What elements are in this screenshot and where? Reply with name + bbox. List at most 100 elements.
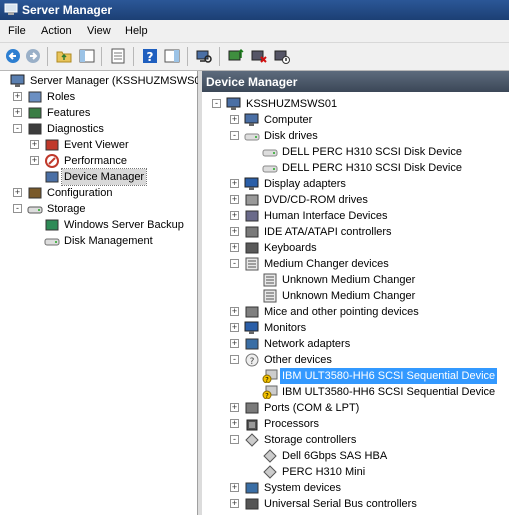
device-item-label: Computer (264, 114, 313, 126)
computer-icon (244, 113, 259, 126)
collapse-toggle[interactable]: - (13, 204, 22, 213)
menu-action[interactable]: Action (41, 25, 72, 37)
expand-toggle[interactable]: + (30, 140, 39, 149)
event-viewer-icon (45, 139, 59, 151)
device-item-row[interactable]: + System devices (202, 480, 509, 496)
device-item-row[interactable]: PERC H310 Mini (202, 464, 509, 480)
disk-icon (244, 133, 260, 141)
device-item-row[interactable]: + IDE ATA/ATAPI controllers (202, 224, 509, 240)
device-item-row[interactable]: DELL PERC H310 SCSI Disk Device (202, 144, 509, 160)
expand-toggle[interactable]: + (13, 188, 22, 197)
usb-icon (245, 498, 259, 510)
forward-icon[interactable] (25, 48, 41, 64)
menu-help[interactable]: Help (125, 25, 148, 37)
expand-toggle[interactable]: + (230, 499, 239, 508)
keyboard-icon (245, 242, 259, 254)
warning-device-icon: ? (262, 385, 278, 399)
device-item-label: IBM ULT3580-HH6 SCSI Sequential Device (280, 368, 498, 384)
expand-toggle[interactable]: + (230, 419, 239, 428)
update-driver-icon[interactable] (228, 48, 244, 64)
expand-toggle[interactable]: + (13, 92, 22, 101)
nav-item-row[interactable]: Windows Server Backup (0, 217, 197, 233)
action-pane-icon[interactable] (164, 48, 180, 64)
nav-item-row[interactable]: Server Manager (KSSHUZMSWS01) (0, 73, 210, 89)
disable-icon[interactable] (274, 48, 290, 64)
device-item-row[interactable]: + Mice and other pointing devices (202, 304, 509, 320)
nav-item-row[interactable]: Device Manager (0, 168, 197, 186)
nav-item-row[interactable]: - Diagnostics (0, 121, 197, 137)
device-item-label: Display adapters (264, 178, 346, 190)
device-item-label: IDE ATA/ATAPI controllers (264, 226, 392, 238)
device-item-row[interactable]: ? IBM ULT3580-HH6 SCSI Sequential Device (202, 384, 509, 400)
nav-item-row[interactable]: + Configuration (0, 185, 197, 201)
expand-toggle[interactable]: + (13, 108, 22, 117)
expand-toggle[interactable]: + (230, 403, 239, 412)
expand-toggle[interactable]: + (230, 195, 239, 204)
device-item-row[interactable]: + DVD/CD-ROM drives (202, 192, 509, 208)
up-folder-icon[interactable] (56, 48, 72, 64)
expand-toggle[interactable]: + (230, 323, 239, 332)
expand-toggle[interactable]: + (230, 211, 239, 220)
device-item-row[interactable]: - KSSHUZMSWS01 (202, 96, 509, 112)
device-item-row[interactable]: Unknown Medium Changer (202, 288, 509, 304)
back-icon[interactable] (5, 48, 21, 64)
warning-device-icon: ? (262, 369, 278, 383)
nav-item-row[interactable]: - Storage (0, 201, 197, 217)
menu-view[interactable]: View (87, 25, 111, 37)
expand-toggle[interactable]: + (230, 179, 239, 188)
expand-toggle[interactable]: + (30, 156, 39, 165)
nav-item-row[interactable]: + Roles (0, 89, 197, 105)
device-item-row[interactable]: ? IBM ULT3580-HH6 SCSI Sequential Device (202, 368, 509, 384)
storage-controller-icon (263, 465, 277, 479)
changer-icon (263, 273, 277, 287)
expand-toggle[interactable]: + (230, 483, 239, 492)
device-item-row[interactable]: - Disk drives (202, 128, 509, 144)
device-item-label: Mice and other pointing devices (264, 306, 419, 318)
expand-toggle[interactable]: + (230, 339, 239, 348)
device-item-row[interactable]: + Processors (202, 416, 509, 432)
collapse-toggle[interactable]: - (230, 435, 239, 444)
device-item-row[interactable]: + Keyboards (202, 240, 509, 256)
nav-item-row[interactable]: + Performance (0, 153, 197, 169)
hid-icon (245, 210, 259, 222)
show-hide-tree-icon[interactable] (79, 48, 95, 64)
device-item-row[interactable]: Dell 6Gbps SAS HBA (202, 448, 509, 464)
server-icon (10, 74, 25, 87)
device-item-row[interactable]: + Monitors (202, 320, 509, 336)
device-item-row[interactable]: + Computer (202, 112, 509, 128)
nav-item-row[interactable]: + Event Viewer (0, 137, 197, 153)
nav-item-row[interactable]: + Features (0, 105, 197, 121)
device-item-row[interactable]: - Medium Changer devices (202, 256, 509, 272)
device-item-label: Monitors (264, 322, 307, 334)
expand-toggle[interactable]: + (230, 243, 239, 252)
menu-file[interactable]: File (8, 25, 26, 37)
scan-hardware-icon[interactable] (196, 48, 212, 64)
expand-toggle[interactable]: + (230, 115, 239, 124)
collapse-toggle[interactable]: - (13, 124, 22, 133)
device-item-row[interactable]: + Ports (COM & LPT) (202, 400, 509, 416)
collapse-toggle[interactable]: - (212, 99, 221, 108)
expand-toggle[interactable]: + (230, 227, 239, 236)
properties-icon[interactable] (110, 48, 126, 64)
collapse-toggle[interactable]: - (230, 355, 239, 364)
device-item-row[interactable]: + Human Interface Devices (202, 208, 509, 224)
device-item-row[interactable]: Unknown Medium Changer (202, 272, 509, 288)
device-item-row[interactable]: + Network adapters (202, 336, 509, 352)
expand-toggle[interactable]: + (230, 307, 239, 316)
collapse-toggle[interactable]: - (230, 259, 239, 268)
device-item-row[interactable]: + Universal Serial Bus controllers (202, 496, 509, 512)
device-item-label: Storage controllers (264, 434, 357, 446)
processor-icon (246, 419, 258, 431)
device-item-row[interactable]: - Storage controllers (202, 432, 509, 448)
collapse-toggle[interactable]: - (230, 131, 239, 140)
nav-item-label: Storage (47, 203, 86, 215)
uninstall-icon[interactable] (251, 48, 267, 64)
device-item-row[interactable]: DELL PERC H310 SCSI Disk Device (202, 160, 509, 176)
display-icon (244, 177, 259, 190)
nav-item-row[interactable]: Disk Management (0, 233, 197, 249)
device-item-row[interactable]: + Display adapters (202, 176, 509, 192)
toolbar-separator (187, 47, 188, 66)
device-item-row[interactable]: -? Other devices (202, 352, 509, 368)
help-icon[interactable]: ? (142, 48, 158, 64)
device-item-label: Disk drives (264, 130, 318, 142)
